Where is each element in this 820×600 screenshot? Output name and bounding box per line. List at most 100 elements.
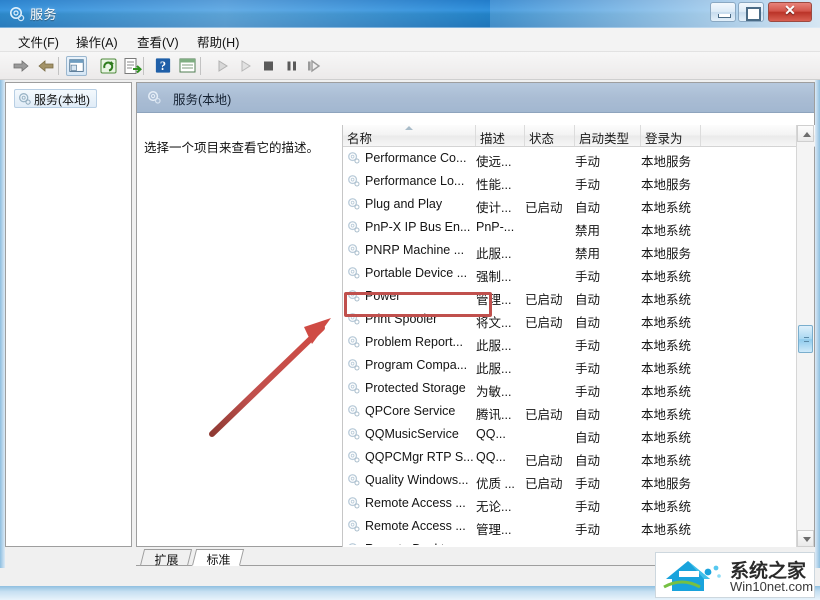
service-description: 管理... bbox=[476, 293, 512, 307]
table-row[interactable]: Protected Storage 为敏... 手动 本地系统 bbox=[343, 377, 797, 400]
service-status: 已启动 bbox=[525, 293, 563, 307]
scroll-down-button[interactable] bbox=[797, 530, 814, 547]
show-tree-icon[interactable] bbox=[66, 56, 87, 76]
scrollbar-track[interactable] bbox=[797, 142, 814, 530]
service-name: QQMusicService bbox=[365, 427, 459, 441]
service-gear-icon bbox=[348, 428, 360, 440]
service-description-placeholder: 选择一个项目来查看它的描述。 bbox=[144, 141, 320, 155]
service-logon-as: 本地系统 bbox=[641, 339, 692, 353]
vertical-scrollbar[interactable] bbox=[796, 125, 814, 547]
table-row[interactable]: Remote Access ... 管理... 手动 本地系统 bbox=[343, 515, 797, 538]
title-bar-gloss bbox=[0, 0, 500, 28]
table-row[interactable]: QPCore Service 腾讯... 已启动 自动 本地系统 bbox=[343, 400, 797, 423]
service-name: Power bbox=[365, 289, 401, 303]
minimize-button[interactable] bbox=[710, 2, 736, 22]
close-button[interactable]: ✕ bbox=[768, 2, 812, 22]
service-logon-as: 本地服务 bbox=[641, 247, 692, 261]
table-row[interactable]: Portable Device ... 强制... 手动 本地系统 bbox=[343, 262, 797, 285]
maximize-button[interactable] bbox=[738, 2, 764, 22]
toolbar-separator bbox=[58, 57, 59, 75]
service-gear-icon bbox=[348, 221, 360, 233]
chevron-down-icon bbox=[803, 537, 811, 542]
service-gear-icon bbox=[348, 267, 360, 279]
scrollbar-thumb[interactable] bbox=[798, 325, 813, 353]
title-bar: 服务 ✕ bbox=[0, 0, 820, 28]
window-title: 服务 bbox=[30, 7, 58, 22]
service-description: 腾讯... bbox=[476, 408, 512, 422]
column-header-blank[interactable] bbox=[701, 125, 797, 146]
service-logon-as: 本地系统 bbox=[641, 431, 692, 445]
table-row[interactable]: Program Compa... 此服... 手动 本地系统 bbox=[343, 354, 797, 377]
menu-file[interactable]: 文件(F) bbox=[14, 31, 63, 50]
tab-standard[interactable]: 标准 bbox=[191, 549, 245, 567]
toolbar-separator bbox=[143, 57, 144, 75]
tab-extended[interactable]: 扩展 bbox=[139, 549, 193, 567]
service-logon-as: 本地系统 bbox=[641, 293, 692, 307]
column-header-description[interactable]: 描述 bbox=[476, 125, 525, 146]
tab-extended-label: 扩展 bbox=[154, 553, 179, 567]
service-description: 远程... bbox=[476, 542, 511, 545]
export-list-icon[interactable] bbox=[122, 56, 143, 76]
table-row[interactable]: QQMusicService QQ... 自动 本地系统 bbox=[343, 423, 797, 446]
scrollbar-grip-icon bbox=[804, 337, 809, 342]
service-name: Performance Co... bbox=[365, 151, 467, 165]
table-row[interactable]: Quality Windows... 优质 ... 已启动 手动 本地服务 bbox=[343, 469, 797, 492]
service-description: PnP-... bbox=[476, 220, 515, 234]
service-name: Protected Storage bbox=[365, 381, 466, 395]
menu-action[interactable]: 操作(A) bbox=[72, 31, 122, 50]
service-description: 为敏... bbox=[476, 385, 512, 399]
service-gear-icon bbox=[348, 198, 360, 210]
table-row[interactable]: PNRP Machine ... 此服... 禁用 本地服务 bbox=[343, 239, 797, 262]
win10net-logo-icon bbox=[663, 561, 721, 591]
service-startup-type: 自动 bbox=[575, 408, 601, 422]
service-description: 此服... bbox=[476, 339, 512, 353]
column-header-startup-type[interactable]: 启动类型 bbox=[575, 125, 641, 146]
table-row[interactable]: QQPCMgr RTP S... QQ... 已启动 自动 本地系统 bbox=[343, 446, 797, 469]
service-gear-icon bbox=[348, 290, 360, 302]
table-row[interactable]: Problem Report... 此服... 手动 本地系统 bbox=[343, 331, 797, 354]
service-name: Remote Deskto... bbox=[365, 542, 462, 545]
table-row[interactable]: Power 管理... 已启动 自动 本地系统 bbox=[343, 285, 797, 308]
table-row[interactable]: Performance Co... 使远... 手动 本地服务 bbox=[343, 147, 797, 170]
service-startup-type: 自动 bbox=[575, 454, 601, 468]
service-startup-type: 手动 bbox=[575, 477, 601, 491]
column-header-status[interactable]: 状态 bbox=[525, 125, 575, 146]
service-logon-as: 本地系统 bbox=[641, 316, 692, 330]
service-name: Performance Lo... bbox=[365, 174, 465, 188]
menu-view[interactable]: 查看(V) bbox=[133, 31, 183, 50]
sort-ascending-icon bbox=[405, 126, 413, 130]
service-name: Program Compa... bbox=[365, 358, 468, 372]
service-status: 已启动 bbox=[525, 408, 563, 422]
service-startup-type: 手动 bbox=[575, 270, 601, 284]
service-startup-type: 手动 bbox=[575, 155, 601, 169]
service-gear-icon bbox=[348, 405, 360, 417]
table-row[interactable]: PnP-X IP Bus En... PnP-... 禁用 本地系统 bbox=[343, 216, 797, 239]
tree-node-services-local[interactable]: 服务(本地) bbox=[14, 89, 97, 108]
service-gear-icon bbox=[348, 474, 360, 486]
back-icon[interactable] bbox=[10, 56, 31, 76]
services-gear-icon bbox=[19, 93, 31, 105]
table-row[interactable]: Plug and Play 使计... 已启动 自动 本地系统 bbox=[343, 193, 797, 216]
service-logon-as: 本地系统 bbox=[641, 454, 692, 468]
table-row[interactable]: Performance Lo... 性能... 手动 本地服务 bbox=[343, 170, 797, 193]
tree-node-label: 服务(本地) bbox=[34, 93, 90, 107]
services-gear-icon bbox=[148, 91, 161, 104]
help-icon[interactable]: ? bbox=[153, 56, 174, 76]
service-startup-type: 手动 bbox=[575, 339, 601, 353]
scroll-up-button[interactable] bbox=[797, 125, 814, 142]
service-description: 管理... bbox=[476, 523, 512, 537]
column-header-name[interactable]: 名称 bbox=[343, 125, 476, 146]
table-row[interactable]: Print Spooler 将文... 已启动 自动 本地系统 bbox=[343, 308, 797, 331]
refresh-icon[interactable] bbox=[98, 56, 119, 76]
service-startup-type: 禁用 bbox=[575, 224, 601, 238]
properties-icon[interactable] bbox=[177, 56, 198, 76]
menu-bar: 文件(F) 操作(A) 查看(V) 帮助(H) bbox=[0, 28, 820, 52]
column-header-logon-as[interactable]: 登录为 bbox=[641, 125, 701, 146]
toolbar: ? bbox=[0, 52, 820, 80]
service-gear-icon bbox=[348, 359, 360, 371]
forward-icon[interactable] bbox=[36, 56, 57, 76]
menu-help[interactable]: 帮助(H) bbox=[193, 31, 243, 50]
table-row[interactable]: Remote Deskto... 远程... 禁用 本地系统 bbox=[343, 538, 797, 545]
service-logon-as: 本地系统 bbox=[641, 408, 692, 422]
table-row[interactable]: Remote Access ... 无论... 手动 本地系统 bbox=[343, 492, 797, 515]
